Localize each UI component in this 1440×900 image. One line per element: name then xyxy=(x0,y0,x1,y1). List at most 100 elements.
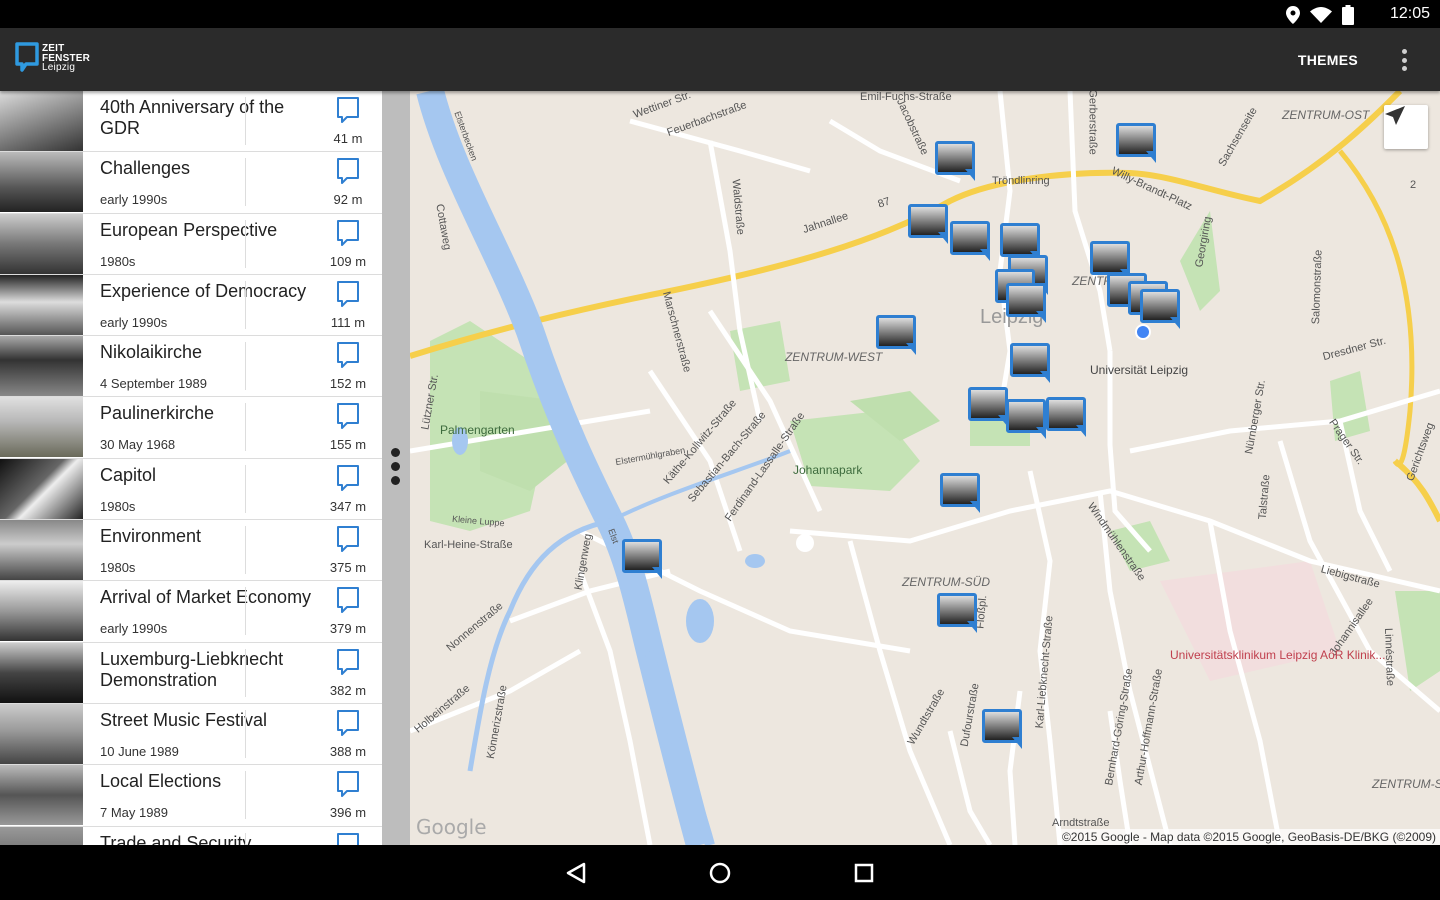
list-item[interactable]: Capitol 1980s 347 m xyxy=(0,458,382,521)
divider xyxy=(245,219,246,268)
divider xyxy=(245,526,246,575)
photo-map-marker[interactable] xyxy=(950,221,990,263)
distance-label: 379 m xyxy=(329,621,367,637)
themes-button[interactable]: THEMES xyxy=(1298,52,1358,68)
divider xyxy=(245,342,246,391)
photo-map-marker[interactable] xyxy=(1010,343,1050,385)
list-item[interactable]: Luxemburg-Liebknecht Demonstration 382 m xyxy=(0,642,382,704)
map-copyright[interactable]: ©2015 Google - Map data ©2015 Google, Ge… xyxy=(1057,829,1440,845)
photo-map-marker[interactable] xyxy=(935,141,975,183)
distance-button[interactable] xyxy=(314,827,382,845)
list-item[interactable]: Nikolaikirche 4 September 1989 152 m xyxy=(0,336,382,398)
list-item-title: Trade and Security xyxy=(100,832,252,845)
list-item[interactable]: 40th Anniversary of the GDR 41 m xyxy=(0,91,382,153)
map-view[interactable]: Wettiner Str. Feuerbachstraße Emil-Fuchs… xyxy=(410,91,1440,845)
park-label: Palmengarten xyxy=(440,423,515,437)
list-item[interactable]: Challenges early 1990s 92 m xyxy=(0,152,382,214)
distance-button[interactable]: 109 m xyxy=(314,214,382,274)
photo-map-marker[interactable] xyxy=(876,315,916,357)
photo-map-marker[interactable] xyxy=(968,387,1008,429)
list-item-date: 10 June 1989 xyxy=(100,743,179,759)
district-label: ZENTRUM-SÜD xyxy=(902,575,990,589)
story-thumbnail xyxy=(0,336,83,397)
photo-map-marker[interactable] xyxy=(1006,283,1046,325)
list-item-text: 40th Anniversary of the GDR xyxy=(83,91,314,151)
panel-drag-handle[interactable] xyxy=(382,91,410,845)
list-item[interactable]: Street Music Festival 10 June 1989 388 m xyxy=(0,703,382,766)
list-item-date: 30 May 1968 xyxy=(100,437,176,453)
list-item-text: Arrival of Market Economy early 1990s xyxy=(83,581,314,641)
recents-square-icon[interactable] xyxy=(850,859,878,887)
distance-button[interactable]: 152 m xyxy=(314,336,382,396)
distance-button[interactable]: 379 m xyxy=(314,581,382,641)
list-item-title: Capitol xyxy=(100,464,157,485)
list-item-title: Street Music Festival xyxy=(100,709,268,730)
list-item[interactable]: European Perspective 1980s 109 m xyxy=(0,213,382,275)
distance-button[interactable]: 347 m xyxy=(314,459,382,519)
comment-bubble-icon xyxy=(335,158,361,189)
list-item-title: Challenges xyxy=(100,158,191,179)
divider xyxy=(245,771,246,820)
park-label: Johannapark xyxy=(793,463,863,477)
photo-map-marker[interactable] xyxy=(1046,397,1086,439)
list-item-title: Nikolaikirche xyxy=(100,342,203,363)
list-item-date: early 1990s xyxy=(100,621,168,637)
distance-button[interactable]: 155 m xyxy=(314,397,382,457)
location-pin-icon xyxy=(1286,6,1300,29)
comment-bubble-icon xyxy=(335,771,361,802)
app-bar: ZEIT FENSTER Leipzig THEMES xyxy=(0,28,1440,91)
list-item[interactable]: Local Elections 7 May 1989 396 m xyxy=(0,765,382,827)
photo-map-marker[interactable] xyxy=(940,473,980,515)
list-item-text: Street Music Festival 10 June 1989 xyxy=(83,704,314,764)
story-thumbnail xyxy=(0,274,83,335)
district-label: ZENTRUM-WEST xyxy=(785,350,883,364)
distance-label: 375 m xyxy=(329,560,367,576)
home-circle-icon[interactable] xyxy=(706,859,734,887)
list-item[interactable]: Arrival of Market Economy early 1990s 37… xyxy=(0,581,382,643)
photo-map-marker[interactable] xyxy=(622,539,662,581)
photo-map-marker[interactable] xyxy=(1006,399,1046,441)
list-item[interactable]: Experience of Democracy early 1990s 111 … xyxy=(0,274,382,337)
distance-button[interactable]: 111 m xyxy=(314,275,382,335)
list-item-title: Environment xyxy=(100,526,202,547)
clock: 12:05 xyxy=(1389,5,1430,22)
comment-bubble-icon xyxy=(335,464,361,496)
comment-bubble-icon xyxy=(335,280,361,312)
more-vert-icon[interactable] xyxy=(1392,46,1416,74)
navigation-arrow-icon[interactable] xyxy=(1384,105,1428,149)
distance-label: 155 m xyxy=(329,437,367,453)
district-label: ZENTRUM-OST xyxy=(1282,108,1370,122)
distance-button[interactable]: 92 m xyxy=(314,152,382,212)
distance-button[interactable]: 41 m xyxy=(314,91,382,151)
photo-map-marker[interactable] xyxy=(937,593,977,635)
distance-label: 41 m xyxy=(333,131,363,146)
distance-button[interactable]: 396 m xyxy=(314,765,382,825)
list-item-date: early 1990s xyxy=(100,314,168,330)
distance-button[interactable]: 388 m xyxy=(314,704,382,764)
distance-button[interactable]: 382 m xyxy=(314,643,382,703)
photo-map-marker[interactable] xyxy=(1116,123,1156,165)
list-item[interactable]: Environment 1980s 375 m xyxy=(0,520,382,582)
photo-map-marker[interactable] xyxy=(1140,289,1180,331)
google-logo: Google xyxy=(416,815,487,839)
list-item-title: 40th Anniversary of the GDR xyxy=(100,97,285,138)
list-item-date: 4 September 1989 xyxy=(100,376,207,392)
comment-bubble-icon xyxy=(335,587,361,618)
photo-map-marker[interactable] xyxy=(982,709,1022,751)
story-thumbnail xyxy=(0,152,83,213)
story-thumbnail xyxy=(0,397,83,458)
distance-button[interactable]: 375 m xyxy=(314,520,382,580)
story-thumbnail xyxy=(0,458,83,519)
divider xyxy=(245,158,246,207)
list-item[interactable]: Trade and Security xyxy=(0,826,382,845)
wifi-icon xyxy=(1310,7,1332,28)
list-item-title: Luxemburg-Liebknecht Demonstration xyxy=(100,648,284,690)
back-triangle-icon[interactable] xyxy=(562,859,590,887)
list-item[interactable]: Paulinerkirche 30 May 1968 155 m xyxy=(0,397,382,459)
drag-dots-icon[interactable] xyxy=(391,448,400,485)
divider xyxy=(245,709,246,758)
list-item-text: Luxemburg-Liebknecht Demonstration xyxy=(83,643,314,703)
app-logo[interactable]: ZEIT FENSTER Leipzig xyxy=(14,42,90,73)
list-item-date: 1980s xyxy=(100,498,136,514)
photo-map-marker[interactable] xyxy=(908,204,948,246)
